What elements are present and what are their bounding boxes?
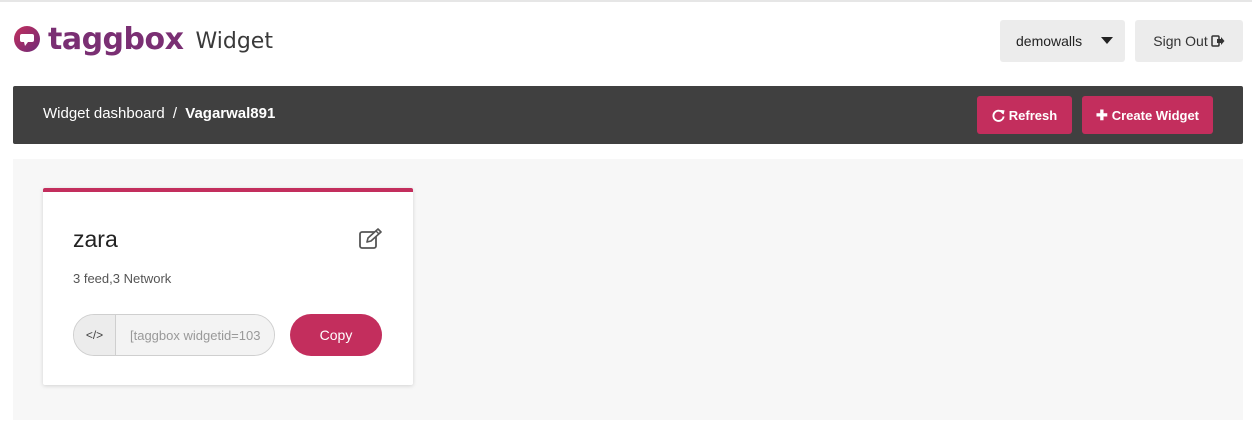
sign-out-label: Sign Out bbox=[1153, 33, 1208, 49]
edit-icon[interactable] bbox=[358, 228, 384, 250]
breadcrumb-separator: / bbox=[172, 105, 178, 122]
speech-bubble-icon bbox=[14, 25, 40, 52]
refresh-button[interactable]: Refresh bbox=[977, 96, 1072, 134]
breadcrumb-root[interactable]: Widget dashboard bbox=[43, 105, 165, 122]
sign-out-button[interactable]: Sign Out bbox=[1135, 20, 1243, 62]
refresh-label: Refresh bbox=[1008, 107, 1058, 123]
refresh-icon bbox=[992, 109, 1005, 122]
brand-name: taggbox bbox=[48, 22, 184, 57]
app-header: taggbox Widget demowalls Sign Out bbox=[0, 2, 1252, 82]
widget-card: zara 3 feed,3 Network </> Copy bbox=[43, 188, 413, 385]
code-icon: </> bbox=[74, 315, 116, 355]
account-dropdown[interactable]: demowalls bbox=[1000, 20, 1125, 62]
sign-out-icon bbox=[1210, 35, 1225, 47]
plus-icon: ✚ bbox=[1095, 107, 1108, 123]
breadcrumb: Widget dashboard / Vagarwal891 bbox=[43, 105, 275, 122]
copy-button[interactable]: Copy bbox=[290, 314, 382, 356]
logo[interactable]: taggbox Widget bbox=[12, 22, 273, 57]
widget-list-area: zara 3 feed,3 Network </> Copy bbox=[13, 159, 1243, 420]
account-label: demowalls bbox=[1016, 33, 1083, 49]
product-name: Widget bbox=[195, 29, 273, 54]
create-widget-label: Create Widget bbox=[1111, 107, 1200, 123]
create-widget-button[interactable]: ✚ Create Widget bbox=[1082, 96, 1213, 134]
widget-title: zara bbox=[73, 226, 118, 252]
embed-code-group: </> bbox=[73, 314, 275, 356]
breadcrumb-user: Vagarwal891 bbox=[185, 105, 276, 122]
caret-down-icon bbox=[1101, 37, 1113, 44]
embed-code-input[interactable] bbox=[116, 315, 274, 355]
widget-meta: 3 feed,3 Network bbox=[73, 271, 172, 286]
dashboard-bar: Widget dashboard / Vagarwal891 Refresh ✚… bbox=[13, 86, 1243, 144]
